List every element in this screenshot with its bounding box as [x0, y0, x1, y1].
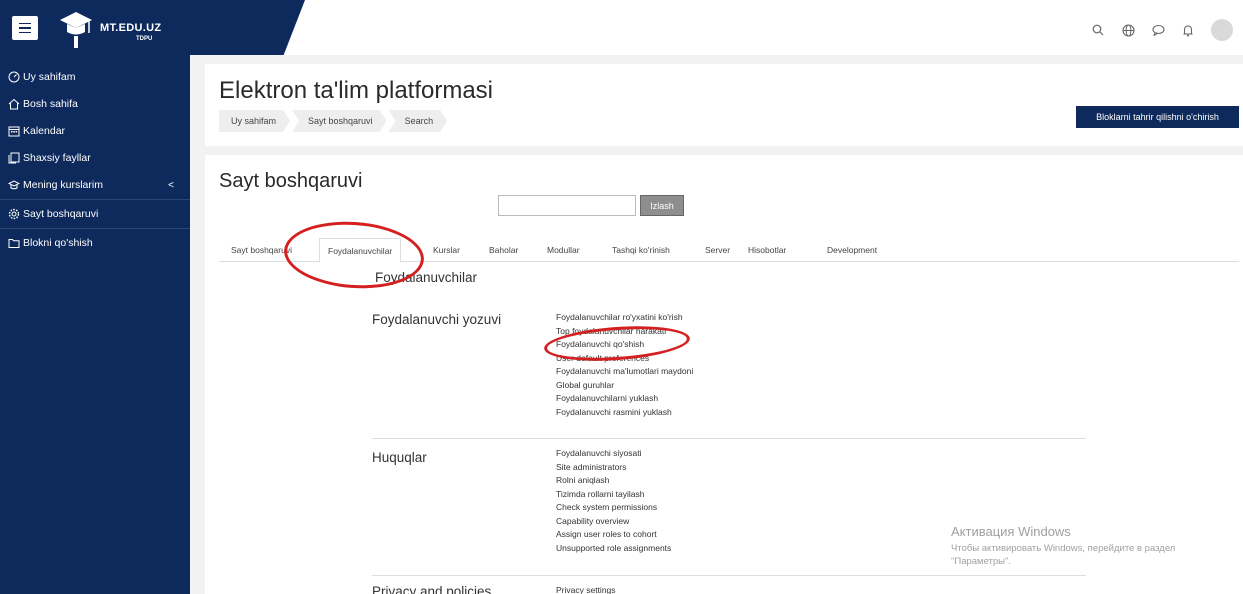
- link-define-roles[interactable]: Rolni aniqlash: [556, 474, 671, 488]
- sidebar-item-label: Mening kurslarim: [23, 179, 103, 191]
- sidebar-item-calendar[interactable]: Kalendar: [0, 117, 190, 145]
- sidebar-item-site-admin[interactable]: Sayt boshqaruvi: [0, 200, 190, 228]
- tab-development[interactable]: Development: [827, 238, 877, 262]
- link-check-system-permissions[interactable]: Check system permissions: [556, 501, 671, 515]
- admin-search-input[interactable]: [498, 195, 636, 216]
- page-title: Elektron ta'lim platformasi: [219, 77, 494, 104]
- top-navbar: MT.EDU.UZ TDPU: [0, 0, 1243, 55]
- globe-icon[interactable]: [1121, 23, 1135, 37]
- toggle-editing-button[interactable]: Bloklarni tahrir qilishni o'chirish: [1076, 106, 1239, 128]
- admin-title: Sayt boshqaruvi: [219, 170, 363, 192]
- link-list: Privacy settings: [556, 584, 616, 594]
- chevron-left-icon[interactable]: <: [168, 180, 174, 191]
- calendar-icon: [8, 125, 20, 137]
- site-logo-subtitle: TDPU: [136, 36, 153, 42]
- breadcrumb: Uy sahifam Sayt boshqaruvi Search: [219, 110, 449, 132]
- tab-modules[interactable]: Modullar: [547, 238, 580, 262]
- sidebar-item-label: Bosh sahifa: [23, 98, 78, 110]
- windows-activation-text: Чтобы активировать Windows, перейдите в …: [951, 542, 1241, 568]
- section-heading[interactable]: Foydalanuvchi yozuvi: [372, 312, 501, 327]
- link-capability-overview[interactable]: Capability overview: [556, 515, 671, 529]
- sidebar-item-dashboard[interactable]: Uy sahifam: [0, 63, 190, 91]
- link-privacy-settings[interactable]: Privacy settings: [556, 584, 616, 594]
- windows-activation-line: "Параметры".: [951, 556, 1012, 567]
- link-browse-users[interactable]: Foydalanuvchilar ro'yxatini ko'rish: [556, 311, 693, 325]
- breadcrumb-item[interactable]: Sayt boshqaruvi: [292, 110, 387, 132]
- section-divider: [372, 575, 1086, 576]
- sidebar-item-my-courses[interactable]: Mening kurslarim <: [0, 171, 190, 199]
- gear-icon: [8, 208, 20, 220]
- sidebar-item-label: Shaxsiy fayllar: [23, 152, 91, 164]
- tab-site-admin[interactable]: Sayt boshqaruvi: [231, 238, 292, 262]
- link-upload-user-pictures[interactable]: Foydalanuvchi rasmini yuklash: [556, 406, 693, 420]
- section-heading[interactable]: Privacy and policies: [372, 584, 491, 594]
- breadcrumb-item[interactable]: Search: [389, 110, 448, 132]
- top-icons: [1091, 19, 1233, 41]
- tab-grades[interactable]: Baholar: [489, 238, 518, 262]
- menu-toggle-button[interactable]: [12, 16, 38, 40]
- section-heading[interactable]: Huquqlar: [372, 450, 427, 465]
- tab-server[interactable]: Server: [705, 238, 730, 262]
- graduation-cap-icon: [8, 179, 20, 191]
- windows-activation-title: Активация Windows: [951, 524, 1071, 539]
- search-icon[interactable]: [1091, 23, 1105, 37]
- sidebar-item-add-block[interactable]: Blokni qo'shish: [0, 229, 190, 257]
- tab-reports[interactable]: Hisobotlar: [748, 238, 786, 262]
- sidebar-item-label: Uy sahifam: [23, 71, 76, 83]
- sidebar-item-label: Sayt boshqaruvi: [23, 208, 99, 220]
- sidebar-item-home[interactable]: Bosh sahifa: [0, 90, 190, 118]
- folder-icon: [8, 237, 20, 249]
- chat-icon[interactable]: [1151, 23, 1165, 37]
- avatar[interactable]: [1211, 19, 1233, 41]
- link-cohorts[interactable]: Global guruhlar: [556, 379, 693, 393]
- section-divider: [372, 438, 1086, 439]
- bell-icon[interactable]: [1181, 23, 1195, 37]
- search-button[interactable]: Izlash: [640, 195, 684, 216]
- link-user-policies[interactable]: Foydalanuvchi siyosati: [556, 447, 671, 461]
- sidebar-item-label: Kalendar: [23, 125, 66, 137]
- breadcrumb-item[interactable]: Uy sahifam: [219, 110, 290, 132]
- tab-appearance[interactable]: Tashqi ko'rinish: [612, 238, 670, 262]
- tab-courses[interactable]: Kurslar: [433, 238, 460, 262]
- link-upload-users[interactable]: Foydalanuvchilarni yuklash: [556, 392, 693, 406]
- link-assign-user-roles-cohort[interactable]: Assign user roles to cohort: [556, 528, 671, 542]
- graduation-cap-logo-icon: [60, 12, 92, 48]
- link-user-profile-fields[interactable]: Foydalanuvchi ma'lumotlari maydoni: [556, 365, 693, 379]
- link-assign-system-roles[interactable]: Tizimda rollarni tayilash: [556, 488, 671, 502]
- home-icon: [8, 98, 20, 110]
- dashboard-icon: [8, 71, 20, 83]
- files-icon: [8, 152, 20, 164]
- admin-card: [205, 155, 1243, 594]
- sidebar-item-private-files[interactable]: Shaxsiy fayllar: [0, 144, 190, 172]
- sidebar-item-label: Blokni qo'shish: [23, 237, 93, 249]
- link-site-administrators[interactable]: Site administrators: [556, 461, 671, 475]
- windows-activation-line: Чтобы активировать Windows, перейдите в …: [951, 543, 1176, 554]
- link-unsupported-role-assignments[interactable]: Unsupported role assignments: [556, 542, 671, 556]
- site-logo-text[interactable]: MT.EDU.UZ: [100, 22, 161, 34]
- link-list: Foydalanuvchi siyosati Site administrato…: [556, 447, 671, 555]
